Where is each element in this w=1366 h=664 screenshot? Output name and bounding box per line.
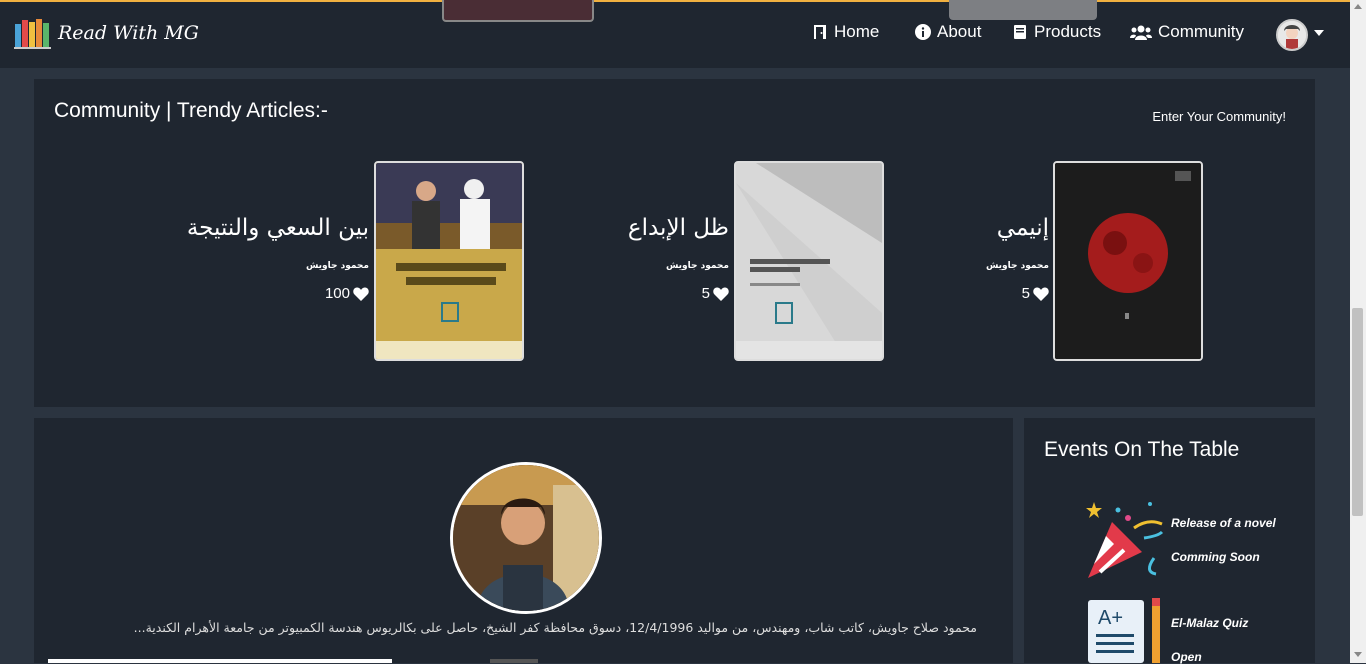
article-card[interactable]: ظل الإبداع محمود جاويش 5: [574, 161, 884, 361]
events-section: Events On The Table Release of a novel C…: [1024, 418, 1315, 664]
quiz-grade-icon: A+: [1088, 598, 1160, 663]
enter-community-link[interactable]: Enter Your Community!: [1152, 109, 1286, 124]
brand-name: Read With MG: [58, 22, 199, 44]
scroll-up-icon[interactable]: [1354, 4, 1362, 9]
nav-about-label: About: [937, 22, 982, 41]
scrollbar-thumb[interactable]: [1352, 308, 1363, 516]
users-icon: [1130, 25, 1152, 40]
brand-logo[interactable]: Read With MG: [14, 16, 199, 50]
like-count-value: 5: [1021, 285, 1030, 302]
heart-icon[interactable]: [1033, 286, 1049, 301]
book-icon: [1014, 25, 1026, 39]
scrolled-card-peek: [949, 0, 1097, 20]
info-icon: [915, 24, 931, 40]
nav-community-label: Community: [1158, 22, 1244, 41]
bottom-strip: [490, 659, 538, 663]
nav-products-label: Products: [1034, 22, 1102, 41]
event-status: Open: [1171, 650, 1202, 664]
article-cover[interactable]: [734, 161, 884, 361]
like-count-value: 100: [324, 285, 350, 302]
like-count-value: 5: [701, 285, 710, 302]
like-count: 5: [1022, 285, 1049, 302]
heart-icon[interactable]: [353, 286, 369, 301]
event-status: Comming Soon: [1171, 550, 1260, 564]
article-author: محمود جاويش: [985, 261, 1049, 271]
article-card[interactable]: إنيمي محمود جاويش 5: [934, 161, 1204, 361]
user-avatar-button[interactable]: [1276, 19, 1308, 51]
cover-image: [736, 163, 882, 359]
bottom-strip: [48, 659, 392, 663]
like-count: 5: [702, 285, 729, 302]
scrolled-card-peek: [442, 0, 594, 22]
svg-text:A+: A+: [1098, 607, 1123, 629]
article-author: محمود جاويش: [305, 261, 369, 271]
section-title: Community | Trendy Articles:-: [54, 99, 328, 122]
section-title: Events On The Table: [1044, 438, 1240, 461]
avatar: [1278, 21, 1306, 49]
article-cover[interactable]: [374, 161, 524, 361]
nav-products[interactable]: Products: [1012, 22, 1101, 42]
nav-home[interactable]: Home: [812, 22, 879, 42]
chevron-down-icon[interactable]: [1314, 30, 1324, 36]
article-title[interactable]: بين السعي والنتيجة: [187, 215, 369, 241]
event-title: El-Malaz Quiz: [1171, 616, 1249, 630]
article-card[interactable]: بين السعي والنتيجة محمود جاويش 100: [164, 161, 524, 361]
article-cover[interactable]: [1053, 161, 1203, 361]
article-author: محمود جاويش: [665, 261, 729, 271]
party-popper-icon: [1086, 502, 1164, 578]
nav-community[interactable]: Community: [1130, 22, 1244, 42]
community-section: Community | Trendy Articles:- Enter Your…: [34, 79, 1315, 407]
article-title[interactable]: إنيمي: [997, 215, 1049, 241]
author-photo: [450, 462, 602, 614]
author-photo-image: [453, 465, 599, 611]
heart-icon[interactable]: [713, 286, 729, 301]
scroll-down-icon[interactable]: [1354, 652, 1362, 657]
cover-image: [376, 163, 522, 359]
nav-home-label: Home: [834, 22, 880, 41]
door-icon: [814, 25, 826, 39]
cover-image: [1055, 163, 1201, 359]
like-count: 100: [325, 285, 369, 302]
books-icon: [14, 19, 51, 49]
author-profile-section: محمود صلاح جاويش، كاتب شاب، ومهندس، من م…: [34, 418, 1013, 663]
author-bio: محمود صلاح جاويش، كاتب شاب، ومهندس، من م…: [133, 620, 977, 635]
event-title: Release of a novel: [1171, 516, 1276, 530]
nav-about[interactable]: About: [915, 22, 981, 42]
article-title[interactable]: ظل الإبداع: [628, 215, 729, 241]
